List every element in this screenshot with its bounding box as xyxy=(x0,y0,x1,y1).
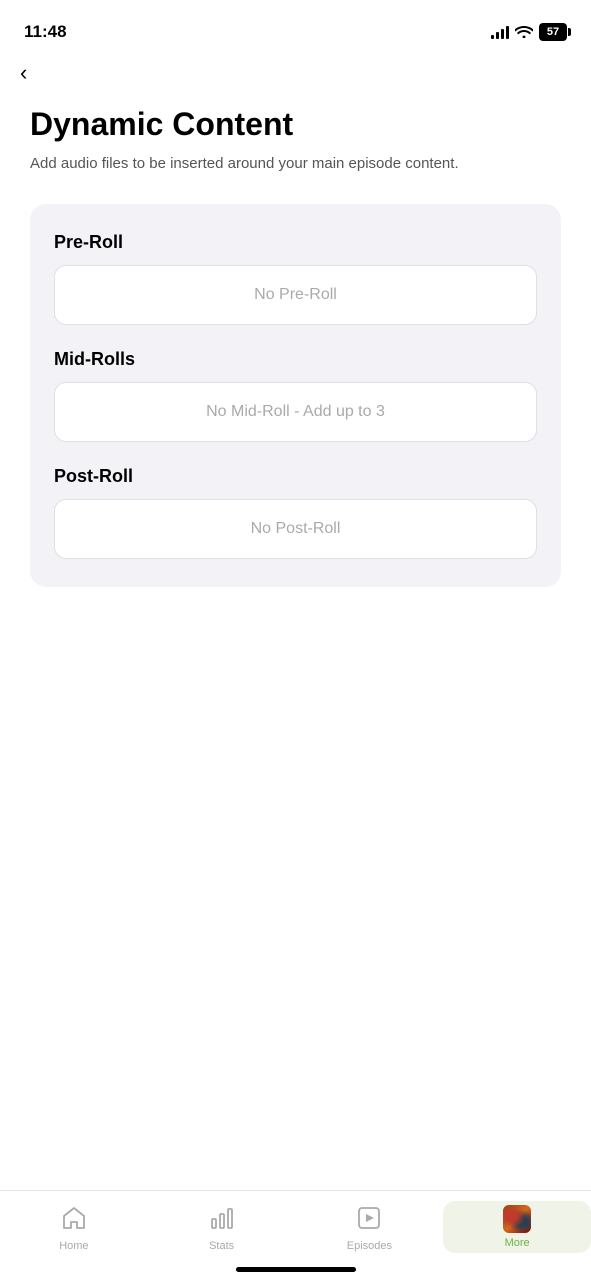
pre-roll-placeholder: No Pre-Roll xyxy=(254,286,337,303)
wifi-icon xyxy=(515,24,533,41)
pre-roll-button[interactable]: No Pre-Roll xyxy=(54,265,537,325)
post-roll-button[interactable]: No Post-Roll xyxy=(54,499,537,559)
back-arrow-icon[interactable]: ‹ xyxy=(20,60,27,86)
dynamic-content-card: Pre-Roll No Pre-Roll Mid-Rolls No Mid-Ro… xyxy=(30,204,561,587)
status-icons: 57 xyxy=(491,23,567,41)
nav-label-more: More xyxy=(505,1237,530,1249)
nav-label-stats: Stats xyxy=(209,1240,234,1252)
post-roll-placeholder: No Post-Roll xyxy=(251,520,341,537)
home-indicator xyxy=(236,1267,356,1272)
main-content: Dynamic Content Add audio files to be in… xyxy=(0,86,591,587)
page-subtitle: Add audio files to be inserted around yo… xyxy=(30,153,561,174)
avatar xyxy=(503,1205,531,1233)
home-icon xyxy=(61,1205,87,1236)
signal-icon xyxy=(491,25,509,39)
status-time: 11:48 xyxy=(24,22,67,42)
nav-label-episodes: Episodes xyxy=(347,1240,392,1252)
nav-item-home[interactable]: Home xyxy=(0,1201,148,1256)
mid-roll-button[interactable]: No Mid-Roll - Add up to 3 xyxy=(54,382,537,442)
episodes-icon xyxy=(356,1205,382,1236)
nav-item-more[interactable]: More xyxy=(443,1201,591,1253)
nav-label-home: Home xyxy=(59,1240,88,1252)
stats-icon xyxy=(209,1205,235,1236)
back-button[interactable]: ‹ xyxy=(0,50,591,86)
battery-icon: 57 xyxy=(539,23,567,41)
nav-item-stats[interactable]: Stats xyxy=(148,1201,296,1256)
page-title: Dynamic Content xyxy=(30,106,561,143)
post-roll-title: Post-Roll xyxy=(54,466,537,487)
pre-roll-title: Pre-Roll xyxy=(54,232,537,253)
mid-roll-placeholder: No Mid-Roll - Add up to 3 xyxy=(206,403,385,420)
mid-rolls-title: Mid-Rolls xyxy=(54,349,537,370)
status-bar: 11:48 57 xyxy=(0,0,591,50)
nav-item-episodes[interactable]: Episodes xyxy=(296,1201,444,1256)
